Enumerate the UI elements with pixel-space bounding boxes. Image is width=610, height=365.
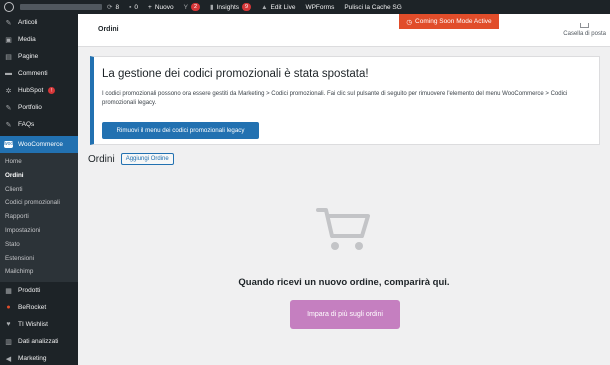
sidebar-item-woocommerce[interactable]: woo WooCommerce (0, 136, 78, 153)
header-title: Ordini (98, 26, 119, 33)
hubspot-alert-badge: ! (48, 87, 56, 94)
inbox-label: Casella di posta (563, 31, 606, 37)
purge-cache-label: Pulisci la Cache SG (344, 3, 402, 11)
yoast-item[interactable]: Y 2 (179, 0, 205, 14)
sidebar-item-label: HubSpot (18, 87, 44, 94)
edit-live-icon: ▲ (261, 3, 268, 11)
empty-state-message: Quando ricevi un nuovo ordine, comparirà… (238, 277, 450, 288)
coupon-moved-notice: La gestione dei codici promozionali è st… (90, 56, 600, 145)
admin-bar: ⟳ 8 ▪ 0 + Nuovo Y 2 ▮ Insights 9 ▲ Edit … (0, 0, 610, 14)
sidebar-item-label: Portfolio (18, 104, 42, 111)
remove-legacy-coupon-menu-button[interactable]: Rimuovi il menu dei codici promozionali … (102, 122, 259, 139)
submenu-item-stato[interactable]: Stato (0, 238, 78, 252)
woocommerce-header: Ordini ◷ Coming Soon Mode Active Casella… (78, 14, 610, 47)
bar-chart-icon: ▮ (210, 4, 214, 11)
notice-heading: La gestione dei codici promozionali è st… (102, 68, 369, 80)
chart-icon: ▥ (5, 338, 12, 346)
comment-icon: ▪ (129, 3, 132, 11)
clock-icon: ◷ (406, 18, 413, 26)
insights-item[interactable]: ▮ Insights 9 (205, 0, 256, 14)
purge-cache-item[interactable]: Pulisci la Cache SG (339, 0, 406, 14)
woocommerce-submenu: Home Ordini Clienti Codici promozionali … (0, 153, 78, 283)
submenu-item-codici-promozionali[interactable]: Codici promozionali (0, 196, 78, 210)
refresh-icon: ⟳ (107, 4, 113, 11)
comment-icon: ▬ (5, 70, 12, 77)
sidebar-item-pagine[interactable]: ▤ Pagine (0, 48, 78, 65)
sidebar-item-portfolio[interactable]: ✎ Portfolio (0, 99, 78, 116)
sidebar-item-label: BeRocket (18, 304, 47, 312)
page-icon: ▤ (5, 53, 12, 61)
sidebar-item-label: Prodotti (18, 287, 41, 295)
sidebar-item-label: Marketing (18, 355, 47, 363)
sidebar-item-label: Dati analizzati (18, 338, 59, 346)
page-title: Ordini (88, 153, 115, 165)
sidebar-item-label: Commenti (18, 70, 48, 77)
submenu-item-clienti[interactable]: Clienti (0, 183, 78, 197)
comments-count: 0 (134, 3, 139, 11)
sidebar-item-hubspot[interactable]: ✲ HubSpot ! (0, 82, 78, 99)
empty-orders-state: Quando ricevi un nuovo ordine, comparirà… (78, 204, 610, 329)
sidebar-item-label: Pagine (18, 53, 39, 60)
wordpress-logo-icon[interactable] (4, 2, 14, 12)
page-heading-row: Ordini Aggiungi Ordine (88, 153, 174, 165)
edit-live-item[interactable]: ▲ Edit Live (256, 0, 300, 14)
comments-item[interactable]: ▪ 0 (124, 0, 143, 14)
notice-body: I codici promozionali possono ora essere… (102, 91, 568, 106)
sidebar-item-label: Media (18, 36, 36, 43)
yoast-badge: 2 (190, 3, 201, 11)
sidebar-item-marketing[interactable]: ◀ Marketing (0, 350, 78, 365)
yoast-icon: Y (183, 3, 188, 11)
sidebar-item-label: WooCommerce (18, 141, 64, 148)
hubspot-icon: ✲ (5, 87, 12, 95)
new-label: Nuovo (154, 3, 174, 11)
sidebar-item-label: Articoli (18, 19, 38, 26)
submenu-item-impostazioni[interactable]: Impostazioni (0, 224, 78, 238)
edit-live-label: Edit Live (270, 3, 296, 11)
cart-icon (316, 208, 370, 250)
sidebar-item-dati-analizzati[interactable]: ▥ Dati analizzati (0, 333, 78, 350)
sidebar-item-articoli[interactable]: ✎ Articoli (0, 14, 78, 31)
media-icon: ▣ (5, 36, 12, 44)
heart-icon: ♥ (6, 321, 11, 329)
box-icon: ▦ (5, 287, 12, 295)
main-content: Ordini ◷ Coming Soon Mode Active Casella… (78, 14, 610, 365)
new-content-item[interactable]: + Nuovo (143, 0, 179, 14)
site-name-redacted[interactable] (20, 4, 102, 10)
sidebar-item-faqs[interactable]: ✎ FAQs (0, 116, 78, 133)
pin-icon: ✎ (5, 104, 12, 112)
submenu-item-home[interactable]: Home (0, 155, 78, 169)
sidebar-item-media[interactable]: ▣ Media (0, 31, 78, 48)
coming-soon-label: Coming Soon Mode Active (415, 18, 492, 25)
sidebar-item-prodotti[interactable]: ▦ Prodotti (0, 282, 78, 299)
sidebar-item-commenti[interactable]: ▬ Commenti (0, 65, 78, 82)
updates-item[interactable]: ⟳ 8 (102, 0, 124, 14)
coming-soon-badge[interactable]: ◷ Coming Soon Mode Active (399, 14, 499, 29)
sidebar-item-ti-wishlist[interactable]: ♥ TI Wishlist (0, 316, 78, 333)
submenu-item-rapporti[interactable]: Rapporti (0, 210, 78, 224)
woocommerce-icon: woo (4, 141, 14, 148)
inbox-button[interactable]: Casella di posta (563, 23, 606, 37)
insights-label: Insights (216, 3, 239, 11)
add-order-button[interactable]: Aggiungi Ordine (120, 153, 174, 165)
wpforms-label: WPForms (305, 3, 335, 11)
wpforms-item[interactable]: WPForms (300, 0, 339, 14)
plus-icon: + (148, 3, 152, 11)
submenu-item-estensioni[interactable]: Estensioni (0, 252, 78, 266)
submenu-item-ordini[interactable]: Ordini (0, 169, 78, 183)
megaphone-icon: ◀ (5, 355, 12, 363)
insights-badge: 9 (242, 3, 252, 11)
pin-icon: ✎ (5, 19, 12, 27)
sidebar-item-label: FAQs (18, 121, 35, 128)
admin-sidebar: ✎ Articoli ▣ Media ▤ Pagine ▬ Commenti ✲… (0, 14, 78, 365)
submenu-item-mailchimp[interactable]: Mailchimp (0, 265, 78, 279)
updates-count: 8 (115, 3, 120, 11)
learn-more-orders-button[interactable]: Impara di più sugli ordini (290, 300, 400, 329)
sidebar-item-label: TI Wishlist (18, 321, 48, 329)
inbox-icon (580, 23, 590, 28)
sidebar-item-berocket[interactable]: ● BeRocket (0, 299, 78, 316)
berocket-icon: ● (6, 304, 11, 312)
pin-icon: ✎ (5, 121, 12, 129)
